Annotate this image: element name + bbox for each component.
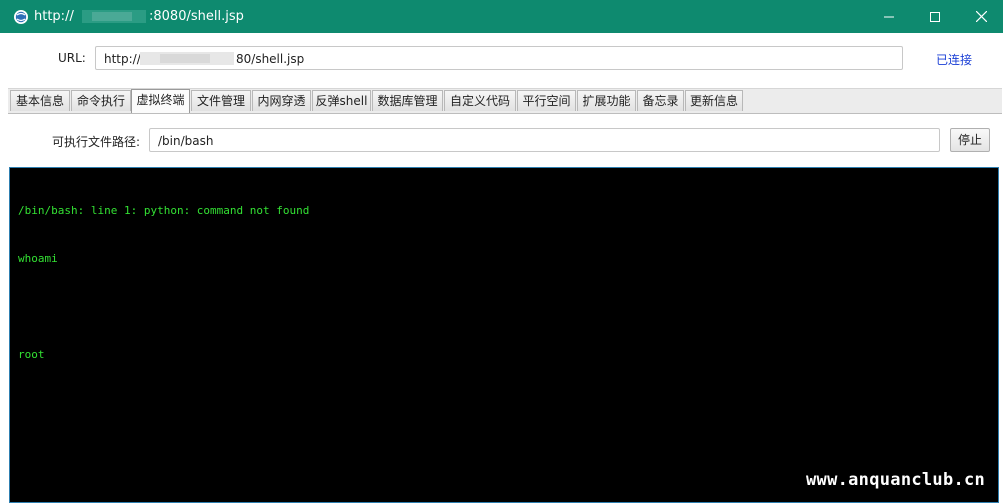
executable-path-label: 可执行文件路径: — [52, 135, 141, 149]
terminal-line: root — [18, 348, 45, 361]
url-value-prefix: http:// — [104, 52, 141, 66]
minimize-icon — [884, 16, 894, 17]
terminal-line: /bin/bash: line 1: python: command not f… — [18, 204, 310, 217]
minimize-button[interactable] — [866, 0, 912, 33]
tab-extensions[interactable]: 扩展功能 — [577, 90, 636, 111]
url-value-suffix: 80/shell.jsp — [236, 52, 305, 66]
window-title-prefix: http:// — [34, 9, 74, 24]
url-input[interactable]: http:// 80/shell.jsp — [95, 46, 903, 70]
stop-button[interactable]: 停止 — [950, 128, 990, 152]
tab-virtual-terminal[interactable]: 虚拟终端 — [131, 89, 190, 113]
tab-reverse-shell[interactable]: 反弹shell — [312, 90, 371, 111]
redacted-url-host — [140, 52, 234, 65]
tab-custom-code[interactable]: 自定义代码 — [444, 90, 516, 111]
tab-database-manager[interactable]: 数据库管理 — [372, 90, 443, 111]
close-icon — [975, 11, 987, 22]
terminal-lines: /bin/bash: line 1: python: command not f… — [18, 171, 309, 395]
title-bar: http:// :8080/shell.jsp — [0, 0, 1003, 33]
tab-intranet-tunnel[interactable]: 内网穿透 — [252, 90, 311, 111]
maximize-icon — [930, 11, 940, 22]
redacted-host — [82, 10, 146, 23]
watermark: www.anquanclub.cn — [806, 470, 986, 490]
window-title-suffix: :8080/shell.jsp — [149, 9, 244, 24]
url-label: URL: — [58, 51, 86, 65]
executable-path-input[interactable]: /bin/bash — [149, 128, 940, 152]
tab-memo[interactable]: 备忘录 — [637, 90, 684, 111]
executable-path-value: /bin/bash — [158, 134, 214, 148]
terminal-output[interactable]: /bin/bash: line 1: python: command not f… — [9, 167, 999, 503]
tab-basic-info[interactable]: 基本信息 — [10, 90, 70, 111]
tab-file-manager[interactable]: 文件管理 — [191, 90, 251, 111]
connection-status: 已连接 — [936, 53, 973, 67]
terminal-line: whoami — [18, 252, 58, 265]
tab-parallel-space[interactable]: 平行空间 — [517, 90, 576, 111]
tab-bar: 基本信息 命令执行 虚拟终端 文件管理 内网穿透 反弹shell 数据库管理 自… — [8, 88, 1002, 114]
app-globe-icon — [14, 10, 28, 24]
close-button[interactable] — [958, 0, 1003, 33]
tab-command-exec[interactable]: 命令执行 — [71, 90, 131, 111]
maximize-button[interactable] — [912, 0, 958, 33]
tab-update-info[interactable]: 更新信息 — [685, 90, 743, 111]
